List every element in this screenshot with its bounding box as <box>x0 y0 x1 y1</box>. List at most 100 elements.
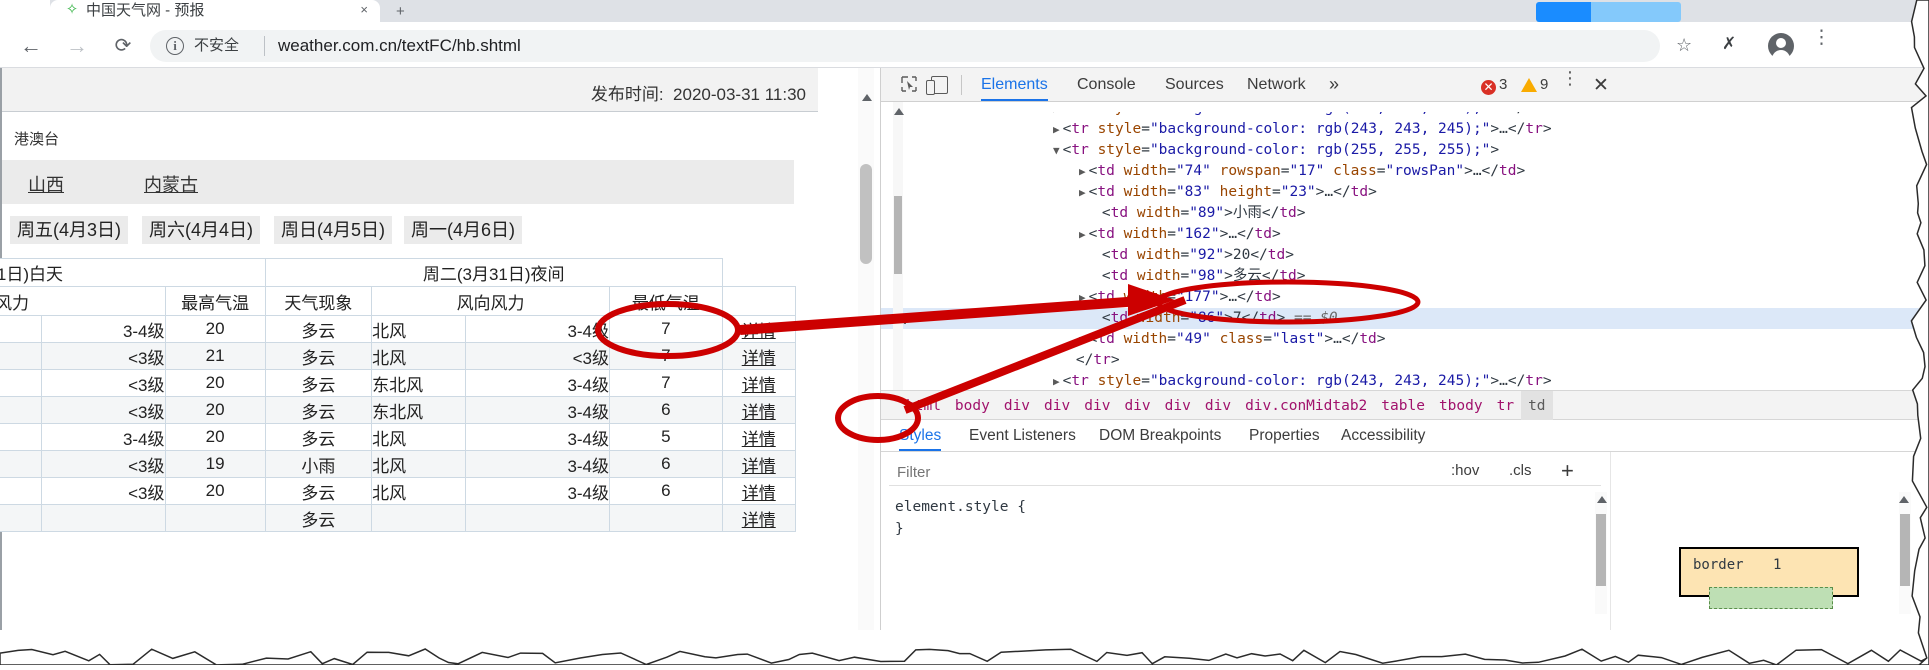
tab-sources[interactable]: Sources <box>1165 68 1224 101</box>
tab-console[interactable]: Console <box>1077 68 1136 101</box>
error-count-badge[interactable]: ✕ 3 <box>1481 76 1507 94</box>
cell-detail-link[interactable]: 详情 <box>722 478 795 505</box>
expand-triangle-icon[interactable]: ▶ <box>1079 291 1086 304</box>
address-bar[interactable]: i 不安全 weather.com.cn/textFC/hb.shtml <box>150 30 1660 62</box>
dom-node[interactable]: ▶ <td width="162">…</td> <box>881 224 1929 245</box>
box-model-scroll-up-arrow-icon[interactable] <box>1899 496 1909 503</box>
tab-accessibility[interactable]: Accessibility <box>1341 420 1425 451</box>
dom-node-selected[interactable]: <td width="86">7</td> == $0 <box>881 308 1929 329</box>
devtools-menu-icon[interactable]: ⋮ <box>1561 74 1579 82</box>
breadcrumb-item-div[interactable]: div <box>1198 391 1238 421</box>
devtools-close-icon[interactable]: ✕ <box>1593 74 1609 97</box>
collapse-triangle-icon[interactable]: ▼ <box>1053 144 1060 157</box>
dom-node[interactable]: <td width="89">小雨</td> <box>881 203 1929 224</box>
cell-detail-link[interactable]: 详情 <box>722 343 795 370</box>
close-icon[interactable]: × <box>360 2 368 17</box>
expand-triangle-icon[interactable]: ▶ <box>1079 333 1086 346</box>
omnibox-separator <box>264 36 265 56</box>
breadcrumb-item-div-conMidtab2[interactable]: div.conMidtab2 <box>1238 391 1374 421</box>
tab-dom-breakpoints[interactable]: DOM Breakpoints <box>1099 420 1221 451</box>
day-tab-2[interactable]: 周日(4月5日) <box>274 216 392 244</box>
cell-detail-link[interactable]: 详情 <box>722 505 795 532</box>
day-tab-1[interactable]: 周六(4月4日) <box>142 216 260 244</box>
page-scrollbar[interactable] <box>858 68 874 630</box>
warning-count-badge[interactable]: 9 <box>1521 76 1548 94</box>
dom-node[interactable]: ▶ <td width="83" height="23">…</td> <box>881 182 1929 203</box>
box-model-border-box[interactable]: border 1 <box>1679 547 1859 597</box>
info-icon[interactable]: i <box>166 37 184 55</box>
url-text[interactable]: weather.com.cn/textFC/hb.shtml <box>278 34 521 58</box>
dom-tree[interactable]: ▶<tr style="background-color: rgb(255, 2… <box>881 102 1929 397</box>
cell-day-wind-force: 3-4级 <box>42 316 165 343</box>
breadcrumb-item-div[interactable]: div <box>1158 391 1198 421</box>
extension-icon[interactable]: ✗ <box>1722 34 1736 54</box>
device-toolbar-icon[interactable] <box>931 76 948 94</box>
expand-triangle-icon[interactable]: ▶ <box>1053 375 1060 388</box>
tab-elements[interactable]: Elements <box>981 68 1048 101</box>
styles-scrollbar-thumb[interactable] <box>1596 514 1606 586</box>
breadcrumb-item-tr[interactable]: tr <box>1490 391 1521 421</box>
dom-node[interactable]: <td width="98">多云</td> <box>881 266 1929 287</box>
breadcrumb-item-tbody[interactable]: tbody <box>1432 391 1490 421</box>
scroll-up-arrow-icon[interactable] <box>862 94 872 101</box>
expand-triangle-icon[interactable]: ▶ <box>1053 123 1060 136</box>
browser-tab-active[interactable]: ✧ 中国天气网 - 预报 × <box>50 0 380 22</box>
page-content: 发布时间: 2020-03-31 11:30 港澳台 山西 内蒙古 周五(4月3… <box>0 68 880 630</box>
bookmark-star-icon[interactable]: ☆ <box>1676 35 1692 56</box>
page-scrollbar-thumb[interactable] <box>860 164 872 264</box>
dom-node[interactable]: ▶ <tr style="background-color: rgb(243, 2… <box>881 371 1929 392</box>
day-tab-3[interactable]: 周一(4月6日) <box>404 216 522 244</box>
dom-tree-scrollbar-thumb[interactable] <box>894 196 902 274</box>
box-model-border-value[interactable]: 1 <box>1773 557 1781 573</box>
province-link-neimenggu[interactable]: 内蒙古 <box>144 171 198 197</box>
expand-triangle-icon[interactable]: ▶ <box>1079 165 1086 178</box>
breadcrumb-item-html[interactable]: html <box>899 391 948 421</box>
browser-menu-icon[interactable]: ⋮ <box>1812 34 1816 58</box>
tab-properties[interactable]: Properties <box>1249 420 1320 451</box>
breadcrumb-item-div[interactable]: div <box>1077 391 1117 421</box>
dom-scroll-up-arrow-icon[interactable] <box>894 108 904 115</box>
breadcrumb-item-table[interactable]: table <box>1374 391 1432 421</box>
styles-filter-input[interactable] <box>895 460 1375 484</box>
cls-toggle-button[interactable]: .cls <box>1509 462 1532 479</box>
element-style-block[interactable]: element.style { } <box>895 496 1026 540</box>
breadcrumb-item-div[interactable]: div <box>1037 391 1077 421</box>
day-tab-0[interactable]: 周五(4月3日) <box>10 216 128 244</box>
province-link-shanxi[interactable]: 山西 <box>28 171 64 197</box>
inspect-element-icon[interactable] <box>899 75 919 95</box>
breadcrumb-item-div[interactable]: div <box>1117 391 1157 421</box>
dom-node[interactable]: <td width="92">20</td> <box>881 245 1929 266</box>
cell-detail-link[interactable]: 详情 <box>722 397 795 424</box>
breadcrumb-item-div[interactable]: div <box>997 391 1037 421</box>
cell-detail-link[interactable]: 详情 <box>722 424 795 451</box>
expand-triangle-icon[interactable]: ▶ <box>1079 228 1086 241</box>
cell-detail-link[interactable]: 详情 <box>722 370 795 397</box>
add-style-rule-button[interactable]: + <box>1561 458 1574 484</box>
more-tabs-chevron-icon[interactable]: » <box>1329 68 1339 101</box>
box-model-scrollbar-thumb[interactable] <box>1900 514 1910 586</box>
styles-scroll-up-arrow-icon[interactable] <box>1597 496 1607 503</box>
dom-node[interactable]: ▶ <td width="74" rowspan="17" class="rows… <box>881 161 1929 182</box>
cell-detail-link[interactable]: 详情 <box>722 451 795 478</box>
hov-toggle-button[interactable]: :hov <box>1451 462 1479 479</box>
dom-node[interactable]: ▶ <tr style="background-color: rgb(243, 2… <box>881 119 1929 140</box>
avatar[interactable] <box>1768 33 1794 59</box>
tab-event-listeners[interactable]: Event Listeners <box>969 420 1076 451</box>
reload-button[interactable]: ⟳ <box>108 31 138 61</box>
breadcrumb-item-body[interactable]: body <box>948 391 997 421</box>
cell-detail-link[interactable]: 详情 <box>722 316 795 343</box>
cell-phenomenon: 多云 <box>265 397 371 424</box>
dom-node[interactable]: </tr> <box>881 350 1929 371</box>
breadcrumb-item-td[interactable]: td <box>1521 391 1552 421</box>
tab-styles[interactable]: Styles <box>899 420 941 451</box>
back-button[interactable]: ← <box>16 31 46 61</box>
dom-node[interactable]: ▶ <td width="177">…</td> <box>881 287 1929 308</box>
forward-button[interactable]: → <box>62 31 92 61</box>
expand-triangle-icon[interactable]: ▶ <box>1079 186 1086 199</box>
dom-node[interactable]: ▶ <td width="49" class="last">…</td> <box>881 329 1929 350</box>
cell-low-temp <box>610 505 723 532</box>
box-model-padding-box[interactable] <box>1709 587 1833 609</box>
tab-network[interactable]: Network <box>1247 68 1306 101</box>
new-tab-button[interactable]: + <box>396 3 405 20</box>
dom-node[interactable]: ▼ <tr style="background-color: rgb(255, 2… <box>881 140 1929 161</box>
